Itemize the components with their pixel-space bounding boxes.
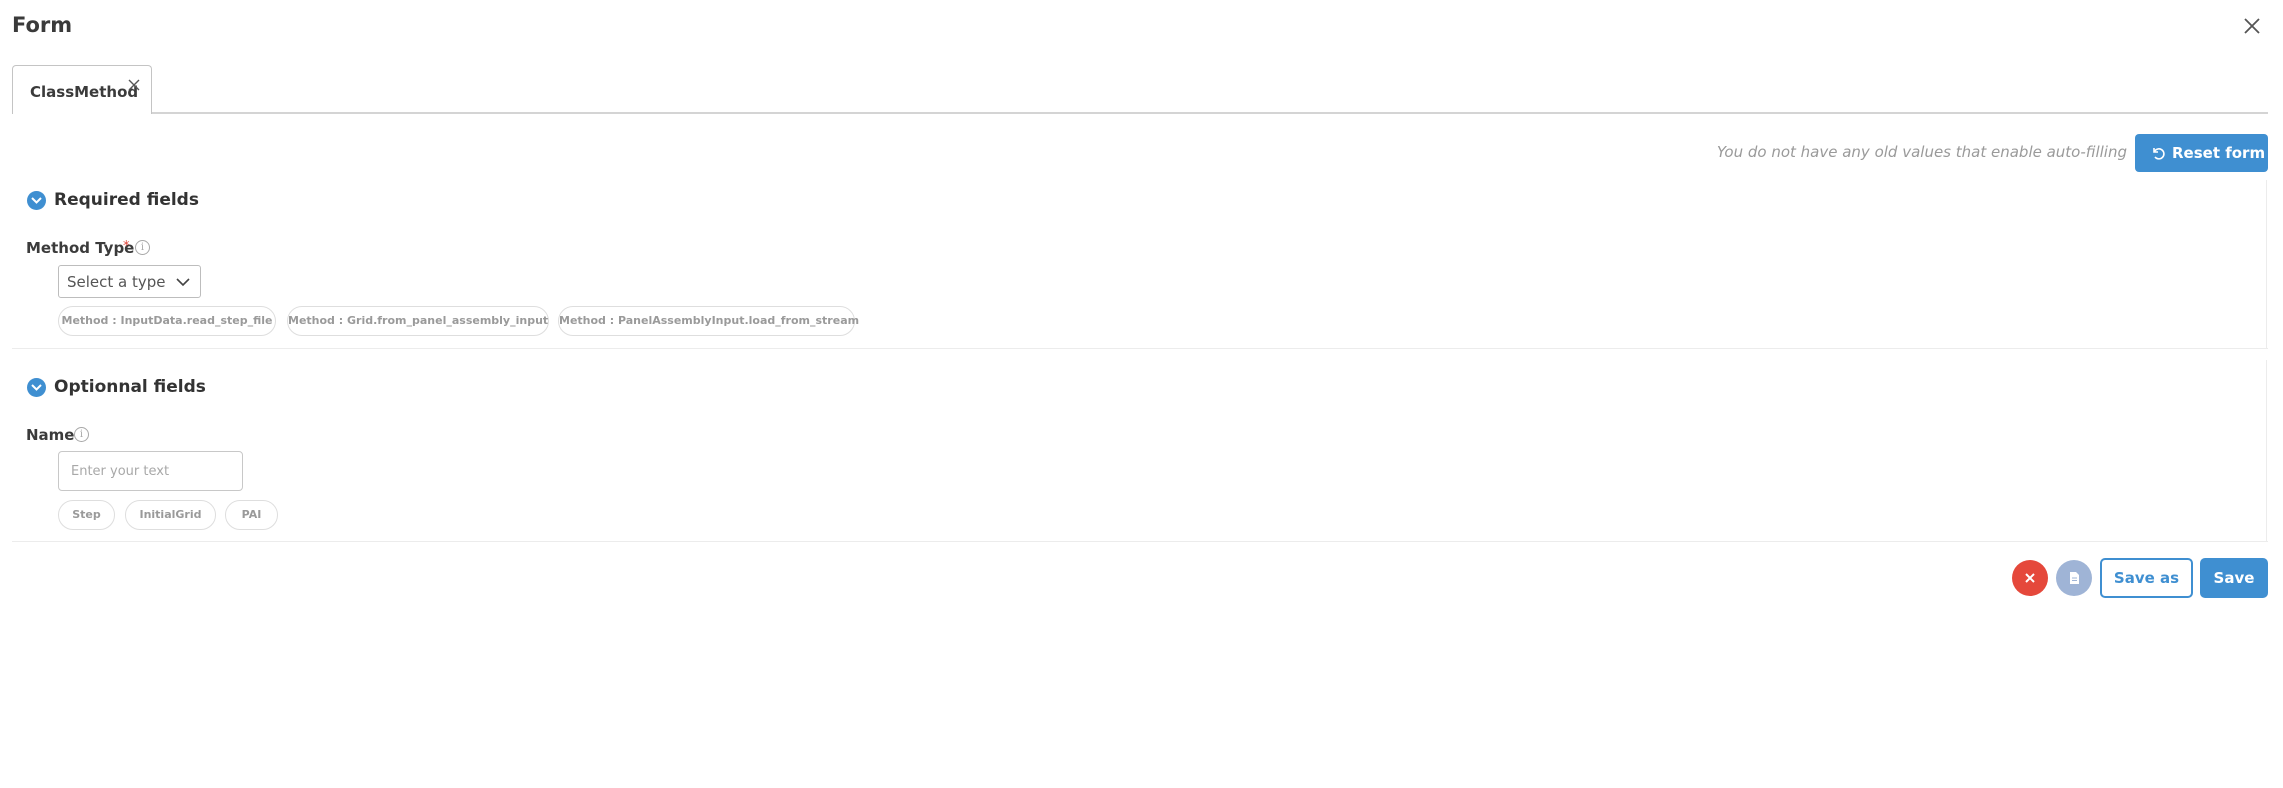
- name-input[interactable]: [58, 451, 243, 491]
- tab-bar-divider: [12, 112, 2268, 114]
- required-fields-title[interactable]: Required fields: [54, 190, 199, 210]
- method-type-label: Method Type: [26, 239, 135, 257]
- autofill-hint: You do not have any old values that enab…: [1716, 143, 2127, 161]
- tab-classmethod[interactable]: ClassMethod: [12, 65, 152, 114]
- required-mark: *: [123, 239, 130, 254]
- tab-label: ClassMethod: [30, 83, 139, 101]
- section-border: [2266, 360, 2267, 541]
- close-icon: [2025, 573, 2035, 583]
- document-icon: [2070, 572, 2079, 584]
- undo-icon: [2153, 148, 2165, 160]
- name-label: Name: [26, 426, 75, 444]
- method-type-select[interactable]: Select a type: [58, 265, 201, 298]
- cancel-button[interactable]: [2012, 560, 2048, 596]
- tab-close-icon[interactable]: [127, 77, 141, 91]
- section-border: [2266, 180, 2267, 348]
- section-divider: [12, 348, 2268, 349]
- close-icon[interactable]: [2240, 14, 2264, 38]
- chevron-down-circle-icon[interactable]: [27, 191, 46, 210]
- form-page: Form ClassMethod You do not have any old…: [0, 0, 2283, 788]
- save-button[interactable]: Save: [2200, 558, 2268, 598]
- info-icon[interactable]: i: [74, 427, 89, 442]
- page-title: Form: [12, 13, 73, 37]
- suggestion-chip[interactable]: PAI: [225, 500, 278, 530]
- select-value: Select a type: [67, 273, 166, 291]
- info-icon[interactable]: i: [135, 240, 150, 255]
- optional-fields-title[interactable]: Optionnal fields: [54, 377, 206, 397]
- suggestion-chip[interactable]: Method : InputData.read_step_file: [58, 306, 276, 336]
- reset-form-label: Reset form: [2172, 144, 2266, 162]
- reset-form-button[interactable]: Reset form: [2135, 134, 2268, 172]
- chevron-down-icon: [176, 278, 190, 287]
- suggestion-chip[interactable]: Method : Grid.from_panel_assembly_input: [287, 306, 549, 336]
- suggestion-chip[interactable]: Step: [58, 500, 115, 530]
- suggestion-chip[interactable]: InitialGrid: [125, 500, 216, 530]
- document-button[interactable]: [2056, 560, 2092, 596]
- section-divider: [12, 541, 2268, 542]
- suggestion-chip[interactable]: Method : PanelAssemblyInput.load_from_st…: [558, 306, 859, 336]
- chevron-down-circle-icon[interactable]: [27, 378, 46, 397]
- save-as-button[interactable]: Save as: [2100, 558, 2193, 598]
